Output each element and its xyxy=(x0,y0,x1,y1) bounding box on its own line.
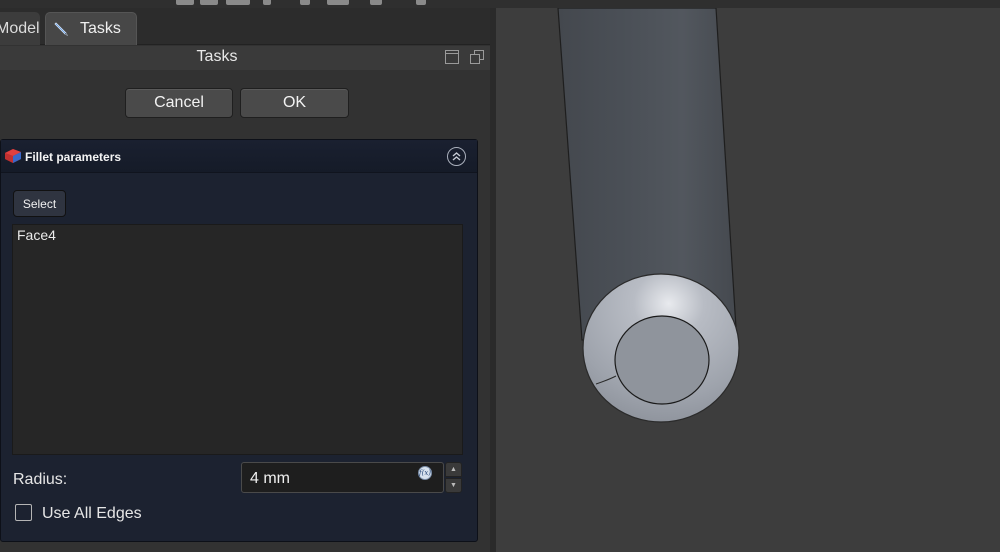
ok-button[interactable]: OK xyxy=(240,88,349,118)
panel-title: Tasks xyxy=(196,48,238,65)
toolbar-button[interactable] xyxy=(327,0,349,5)
combo-view-panel: Model Tasks Tasks Cancel OK Fillet param… xyxy=(0,8,490,552)
collapse-chevrons-icon[interactable] xyxy=(447,147,466,166)
pencil-icon xyxy=(54,22,68,36)
tab-model-label: Model xyxy=(0,19,40,37)
expression-icon[interactable]: f(x) xyxy=(418,466,432,480)
list-item[interactable]: Face4 xyxy=(17,227,56,243)
tab-tasks-label: Tasks xyxy=(80,20,121,37)
spin-up-icon[interactable]: ▲ xyxy=(445,462,462,477)
float-panel-icon[interactable] xyxy=(445,50,459,64)
cancel-button[interactable]: Cancel xyxy=(125,88,233,118)
tab-model[interactable]: Model xyxy=(0,12,40,45)
fillet-panel-title: Fillet parameters xyxy=(25,150,122,164)
spin-down-icon[interactable]: ▼ xyxy=(445,478,462,493)
3d-model-view[interactable] xyxy=(496,8,1000,552)
3d-viewport[interactable] xyxy=(496,8,1000,552)
tasks-header: Tasks xyxy=(0,46,490,70)
toolbar-button[interactable] xyxy=(300,0,310,5)
radius-value: 4 mm xyxy=(250,470,290,487)
select-button[interactable]: Select xyxy=(13,190,66,217)
toolbar-button[interactable] xyxy=(416,0,426,5)
toolbar-button[interactable] xyxy=(263,0,271,5)
tab-bar: Model Tasks xyxy=(0,8,490,45)
fillet-panel-header[interactable]: Fillet parameters xyxy=(1,140,477,173)
tab-tasks[interactable]: Tasks xyxy=(45,12,137,45)
use-all-edges-label: Use All Edges xyxy=(42,505,142,522)
toolbar-button[interactable] xyxy=(200,0,218,5)
toolbar-button[interactable] xyxy=(370,0,382,5)
selected-faces-list[interactable]: Face4 xyxy=(12,224,463,455)
undock-panel-icon[interactable] xyxy=(470,50,484,64)
use-all-edges-checkbox[interactable] xyxy=(15,504,32,521)
radius-input[interactable]: 4 mm f(x) xyxy=(241,462,444,493)
end-face[interactable] xyxy=(614,315,710,405)
fillet-parameters-panel: Fillet parameters Select Face4 Radius: 4… xyxy=(0,139,478,542)
toolbar-button[interactable] xyxy=(226,0,250,5)
radius-label: Radius: xyxy=(13,471,68,488)
toolbar-button[interactable] xyxy=(176,0,194,5)
fillet-part-icon xyxy=(5,149,21,163)
toolbar-strip xyxy=(0,0,1000,8)
